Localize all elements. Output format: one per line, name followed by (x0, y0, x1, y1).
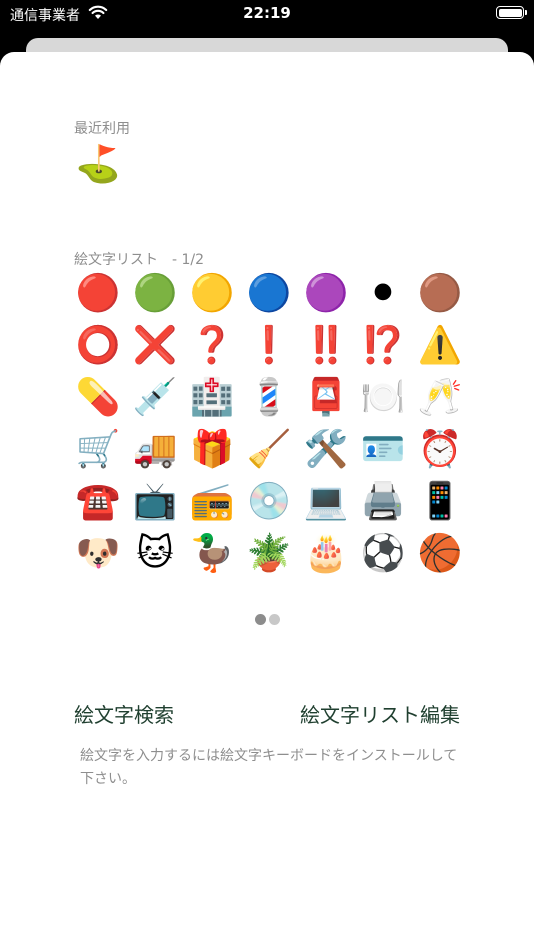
emoji-cell[interactable]: 💿 (245, 478, 293, 526)
battery-icon (496, 6, 527, 19)
emoji-cell[interactable]: ⚠️ (416, 322, 464, 370)
emoji-cell[interactable]: 🥂 (416, 374, 464, 422)
emoji-cell[interactable]: 📮 (302, 374, 350, 422)
install-keyboard-note: 絵文字を入力するには絵文字キーボードをインストールして下さい。 (80, 748, 458, 787)
emoji-cell[interactable]: ❓ (188, 322, 236, 370)
emoji-cell[interactable]: 🔵 (245, 270, 293, 318)
emoji-cell[interactable]: 🍽️ (359, 374, 407, 422)
recent-label: 最近利用 (74, 121, 130, 137)
emoji-cell[interactable]: 💈 (245, 374, 293, 422)
emoji-cell[interactable]: 🟢 (131, 270, 179, 318)
emoji-cell[interactable]: ⭕ (74, 322, 122, 370)
emoji-cell[interactable]: 🪪 (359, 426, 407, 474)
emoji-sheet: 最近利用 ⛳ 絵文字リスト - 1/2 🔴 🟢 🟡 🔵 🟣 ⚫ 🟤 ⭕ ❌ ❓ ❗ ‼️ ⁉️ ⚠️ 💊 💉 🏥… (0, 52, 534, 950)
emoji-list-label: 絵文字リスト - 1/2 (74, 252, 205, 268)
status-bar: 通信事業者 22:19 (0, 0, 534, 30)
page-dot-1[interactable] (254, 614, 266, 625)
emoji-cell[interactable]: 📻 (188, 478, 236, 526)
emoji-cell[interactable]: ⚽ (359, 530, 407, 578)
emoji-cell[interactable]: 🖨️ (359, 478, 407, 526)
emoji-cell[interactable]: 📺 (131, 478, 179, 526)
emoji-cell[interactable]: 🏥 (188, 374, 236, 422)
emoji-cell[interactable]: ❗ (245, 322, 293, 370)
emoji-cell[interactable]: 💊 (74, 374, 122, 422)
emoji-cell[interactable]: ❌ (131, 322, 179, 370)
emoji-cell[interactable]: ☎️ (74, 478, 122, 526)
emoji-cell[interactable]: 🎁 (188, 426, 236, 474)
clock: 22:19 (243, 4, 291, 22)
emoji-cell[interactable]: 🚚 (131, 426, 179, 474)
emoji-cell[interactable]: 🛒 (74, 426, 122, 474)
emoji-cell[interactable]: 🟣 (302, 270, 350, 318)
emoji-cell[interactable]: 🪴 (245, 530, 293, 578)
page-dot-2[interactable] (268, 614, 280, 625)
page-indicator[interactable] (0, 614, 534, 625)
emoji-cell[interactable]: 💉 (131, 374, 179, 422)
emoji-cell[interactable]: 🟡 (188, 270, 236, 318)
emoji-cell[interactable]: ⏰ (416, 426, 464, 474)
emoji-cell[interactable]: ⚫ (359, 270, 407, 318)
emoji-cell[interactable]: 🛠️ (302, 426, 350, 474)
emoji-grid: 🔴 🟢 🟡 🔵 🟣 ⚫ 🟤 ⭕ ❌ ❓ ❗ ‼️ ⁉️ ⚠️ 💊 💉 🏥 💈 📮 🍽️ 🥂 🛒 🚚 🎁 🧹 🛠️ 🪪 ⏰ ☎️ 📺 📻 💿 💻 🖨… (74, 270, 473, 582)
emoji-cell[interactable]: ⁉️ (359, 322, 407, 370)
emoji-cell[interactable]: 🔴 (74, 270, 122, 318)
emoji-cell[interactable]: 🐶 (74, 530, 122, 578)
emoji-cell[interactable]: 🧹 (245, 426, 293, 474)
emoji-cell[interactable]: 📱 (416, 478, 464, 526)
emoji-list-edit-button[interactable]: 絵文字リスト編集 (300, 699, 460, 728)
emoji-cell[interactable]: 🦆 (188, 530, 236, 578)
emoji-cell[interactable]: 🎂 (302, 530, 350, 578)
emoji-cell[interactable]: 🏀 (416, 530, 464, 578)
emoji-cell[interactable]: 🐱 (131, 530, 179, 578)
recent-emoji-golf-flag[interactable]: ⛳ (75, 142, 121, 188)
emoji-cell[interactable]: 💻 (302, 478, 350, 526)
emoji-search-button[interactable]: 絵文字検索 (74, 699, 174, 728)
emoji-cell[interactable]: 🟤 (416, 270, 464, 318)
emoji-cell[interactable]: ‼️ (302, 322, 350, 370)
